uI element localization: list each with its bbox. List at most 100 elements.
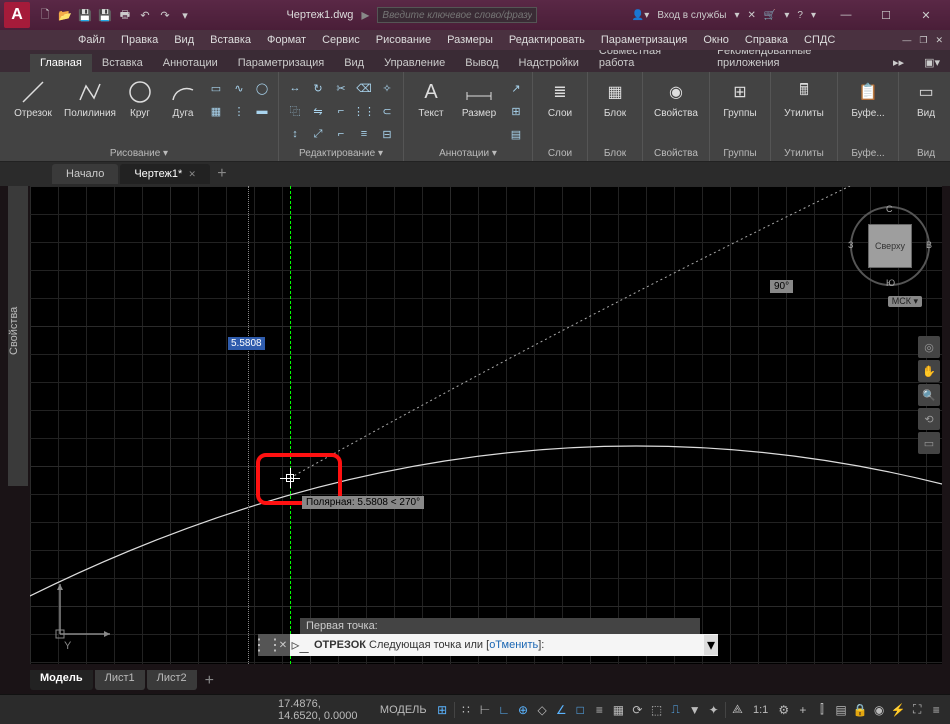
point-icon[interactable]: ⋮ <box>229 101 249 121</box>
qat-dropdown-icon[interactable]: ▾ <box>176 6 194 24</box>
cmd-close-button[interactable]: ✕ <box>276 634 290 656</box>
zoom-icon[interactable]: 🔍 <box>918 384 940 406</box>
array-icon[interactable]: ⋮⋮ <box>354 101 374 121</box>
menu-insert[interactable]: Вставка <box>202 32 259 48</box>
menu-tools[interactable]: Сервис <box>314 32 368 48</box>
plot-icon[interactable]: 🖶 <box>116 6 134 24</box>
file-tab-drawing1[interactable]: Чертеж1*✕ <box>120 164 210 184</box>
command-input[interactable]: ОТРЕЗОК Следующая точка или [оТменить]: <box>310 639 704 652</box>
showmotion-icon[interactable]: ▭ <box>918 432 940 454</box>
nav-wheel-icon[interactable]: ◎ <box>918 336 940 358</box>
menu-help[interactable]: Справка <box>737 32 796 48</box>
menu-draw[interactable]: Рисование <box>368 32 439 48</box>
menu-spds[interactable]: СПДС <box>796 32 843 48</box>
layers-button[interactable]: ≣Слои <box>539 75 581 119</box>
units-icon[interactable]: ⫿ <box>814 699 829 721</box>
customize-icon[interactable]: ≡ <box>929 699 944 721</box>
lockui-icon[interactable]: 🔒 <box>853 699 868 721</box>
view-button[interactable]: ▭Вид <box>905 75 947 119</box>
cycling-toggle-icon[interactable]: ⟳ <box>630 699 645 721</box>
line-button[interactable]: Отрезок <box>6 75 60 119</box>
table-icon[interactable]: ⊞ <box>506 101 526 121</box>
text-button[interactable]: AТекст <box>410 75 452 119</box>
scale-icon[interactable]: ⤢ <box>308 124 328 144</box>
sign-in-link[interactable]: Вход в службы <box>655 10 728 21</box>
mtext-icon[interactable]: ▤ <box>506 124 526 144</box>
mirror-icon[interactable]: ⇋ <box>308 101 328 121</box>
search-input[interactable] <box>377 7 537 23</box>
annoscale-icon[interactable]: ⟁ <box>730 699 745 721</box>
panel-title-modify[interactable]: Редактирование ▾ <box>285 147 397 161</box>
saveas-icon[interactable]: 💾 <box>96 6 114 24</box>
compass-s[interactable]: Ю <box>886 278 895 288</box>
panel-title-annot[interactable]: Аннотации ▾ <box>410 147 526 161</box>
clipboard-button[interactable]: 📋Буфе... <box>844 75 892 119</box>
lineweight-toggle-icon[interactable]: ≡ <box>592 699 607 721</box>
grid-toggle-icon[interactable]: ⊞ <box>435 699 450 721</box>
user-icon[interactable]: 👤▾ <box>630 10 651 21</box>
stretch-icon[interactable]: ↕ <box>285 124 305 144</box>
ellipse-icon[interactable]: ◯ <box>252 78 272 98</box>
app-store-icon[interactable]: 🛒 <box>762 10 778 21</box>
wcs-label[interactable]: МСК ▾ <box>888 296 922 307</box>
compass-w[interactable]: З <box>848 240 853 250</box>
cleanscreen-icon[interactable]: ⛶ <box>910 699 925 721</box>
ribbon-tab-annotate[interactable]: Аннотации <box>153 54 228 72</box>
properties-palette-tab[interactable]: Свойства <box>8 186 28 486</box>
menu-file[interactable]: Файл <box>70 32 113 48</box>
close-icon[interactable]: ✕ <box>188 169 196 180</box>
menu-format[interactable]: Формат <box>259 32 314 48</box>
workspace-icon[interactable]: ⚙ <box>776 699 791 721</box>
doc-close-button[interactable]: ✕ <box>932 35 946 46</box>
rotate-icon[interactable]: ↻ <box>308 78 328 98</box>
explode-icon[interactable]: ✧ <box>377 78 397 98</box>
polar-toggle-icon[interactable]: ⊕ <box>516 699 531 721</box>
menu-window[interactable]: Окно <box>695 32 737 48</box>
offset-icon[interactable]: ⊂ <box>377 101 397 121</box>
open-icon[interactable]: 📂 <box>56 6 74 24</box>
ribbon-minimize-icon[interactable]: ▣▾ <box>914 53 950 72</box>
region-icon[interactable]: ▬ <box>252 101 272 121</box>
properties-button[interactable]: ◉Свойства <box>649 75 703 119</box>
menu-dimension[interactable]: Размеры <box>439 32 501 48</box>
ribbon-tab-more-icon[interactable]: ▸▸ <box>883 53 914 72</box>
undo-icon[interactable]: ↶ <box>136 6 154 24</box>
save-icon[interactable]: 💾 <box>76 6 94 24</box>
compass-n[interactable]: С <box>886 204 893 214</box>
drawing-canvas[interactable]: /*grid drawn below*/ 5.5808 Полярная: 5.… <box>30 186 942 664</box>
hatch-icon[interactable]: ▦ <box>206 101 226 121</box>
doc-min-button[interactable]: — <box>899 35 914 46</box>
spline-icon[interactable]: ∿ <box>229 78 249 98</box>
circle-button[interactable]: Круг <box>120 75 160 119</box>
polyline-button[interactable]: Полилиния <box>63 75 117 119</box>
layout-tab-model[interactable]: Модель <box>30 670 93 690</box>
cmd-drag-handle[interactable]: ⋮⋮ <box>258 634 276 656</box>
ribbon-tab-parametric[interactable]: Параметризация <box>228 54 334 72</box>
command-line[interactable]: ⋮⋮ ✕ ▹_ ОТРЕЗОК Следующая точка или [оТм… <box>258 634 718 656</box>
infer-toggle-icon[interactable]: ⊢ <box>477 699 492 721</box>
app-logo[interactable]: A <box>4 2 30 28</box>
layout-tab-sheet1[interactable]: Лист1 <box>95 670 145 690</box>
annomon-icon[interactable]: + <box>795 699 810 721</box>
minimize-button[interactable]: — <box>826 1 866 29</box>
groups-button[interactable]: ⊞Группы <box>716 75 764 119</box>
pan-icon[interactable]: ✋ <box>918 360 940 382</box>
ribbon-tab-manage[interactable]: Управление <box>374 54 455 72</box>
osnap-toggle-icon[interactable]: □ <box>573 699 588 721</box>
redo-icon[interactable]: ↷ <box>156 6 174 24</box>
annotation-scale[interactable]: 1:1 <box>749 704 772 716</box>
menu-modify[interactable]: Редактировать <box>501 32 593 48</box>
move-icon[interactable]: ↔ <box>285 78 305 98</box>
space-toggle[interactable]: МОДЕЛЬ <box>376 704 431 716</box>
menu-edit[interactable]: Правка <box>113 32 166 48</box>
ribbon-tab-view[interactable]: Вид <box>334 54 374 72</box>
gizmo-icon[interactable]: ✦ <box>706 699 721 721</box>
ribbon-tab-home[interactable]: Главная <box>30 54 92 72</box>
viewcube[interactable]: Сверху С Ю В З <box>850 206 930 286</box>
ribbon-tab-addins[interactable]: Надстройки <box>509 54 589 72</box>
leader-icon[interactable]: ↗ <box>506 78 526 98</box>
layout-add-button[interactable]: + <box>199 670 220 690</box>
ortho-toggle-icon[interactable]: ∟ <box>496 699 511 721</box>
rectangle-icon[interactable]: ▭ <box>206 78 226 98</box>
snap-toggle-icon[interactable]: ∷ <box>458 699 473 721</box>
